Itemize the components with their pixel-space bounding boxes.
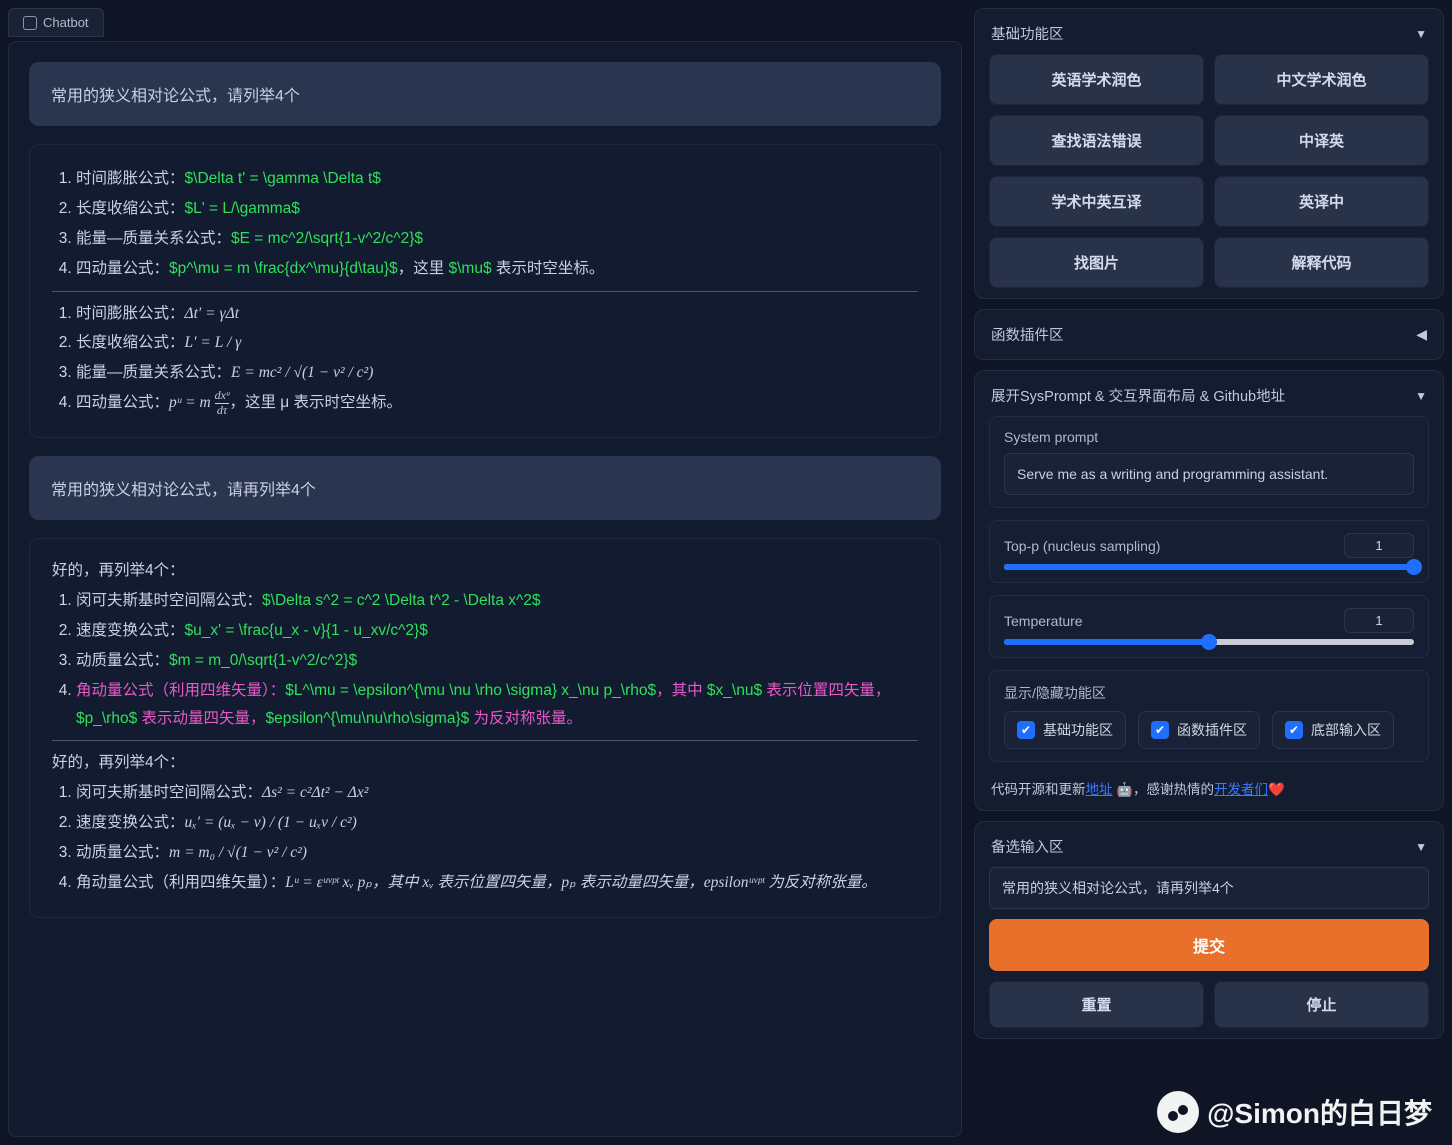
fn-button[interactable]: 查找语法错误: [989, 115, 1204, 166]
stop-button[interactable]: 停止: [1214, 981, 1429, 1028]
fn-button[interactable]: 学术中英互译: [989, 176, 1204, 227]
checkbox-item[interactable]: ✔基础功能区: [1004, 711, 1126, 749]
checkmark-icon: ✔: [1151, 721, 1169, 739]
chat-icon: [23, 16, 37, 30]
list-item: 角动量公式（利用四维矢量）：Lᵘ = εᵘᵛᵖᵗ xᵥ pₚ，其中 xᵥ 表示位…: [76, 869, 918, 897]
tab-chatbot[interactable]: Chatbot: [8, 8, 104, 37]
list-item: 四动量公式：$p^\mu = m \frac{dx^\mu}{d\tau}$，这…: [76, 255, 918, 283]
chevron-down-icon: ▼: [1415, 389, 1427, 403]
alt-input-field[interactable]: [989, 867, 1429, 909]
fn-button[interactable]: 中译英: [1214, 115, 1429, 166]
checkbox-item[interactable]: ✔底部输入区: [1272, 711, 1394, 749]
chat-area: 常用的狭义相对论公式，请列举4个 时间膨胀公式：$\Delta t' = \ga…: [8, 41, 962, 1137]
system-prompt-field: System prompt: [989, 416, 1429, 508]
list-item: 闵可夫斯基时空间隔公式：$\Delta s^2 = c^2 \Delta t^2…: [76, 587, 918, 615]
alt-input-panel: 备选输入区 ▼ 提交 重置 停止: [974, 821, 1444, 1039]
checkbox-item[interactable]: ✔函数插件区: [1138, 711, 1260, 749]
list-item: 动质量公式：m = m₀ / √(1 − v² / c²): [76, 839, 918, 867]
basic-functions-panel: 基础功能区 ▼ 英语学术润色 中文学术润色 查找语法错误 中译英 学术中英互译 …: [974, 8, 1444, 299]
user-message: 常用的狭义相对论公式，请再列举4个: [29, 456, 941, 520]
toggle-section: 显示/隐藏功能区 ✔基础功能区 ✔函数插件区 ✔底部输入区: [989, 670, 1429, 762]
bot-message: 好的，再列举4个： 闵可夫斯基时空间隔公式：$\Delta s^2 = c^2 …: [29, 538, 941, 918]
fn-button[interactable]: 英语学术润色: [989, 54, 1204, 105]
fn-button[interactable]: 解释代码: [1214, 237, 1429, 288]
chevron-down-icon: ▼: [1415, 27, 1427, 41]
panel-header[interactable]: 基础功能区 ▼: [989, 19, 1429, 54]
tab-label: Chatbot: [43, 15, 89, 30]
divider: [52, 291, 918, 292]
list-item: 长度收缩公式：$L' = L/\gamma$: [76, 195, 918, 223]
chevron-left-icon: ◀: [1416, 326, 1427, 343]
panel-header[interactable]: 展开SysPrompt & 交互界面布局 & Github地址 ▼: [989, 381, 1429, 416]
list-item: 速度变换公式：$u_x' = \frac{u_x - v}{1 - u_xv/c…: [76, 617, 918, 645]
system-prompt-input[interactable]: [1004, 453, 1414, 495]
topp-slider[interactable]: [1004, 564, 1414, 570]
panel-header[interactable]: 函数插件区 ◀: [989, 320, 1429, 349]
list-item: 四动量公式：pᵘ = m dxᵘdτ，这里 μ 表示时空坐标。: [76, 389, 918, 417]
devs-link[interactable]: 开发者们: [1214, 782, 1268, 797]
chevron-down-icon: ▼: [1415, 840, 1427, 854]
temperature-slider[interactable]: [1004, 639, 1414, 645]
panel-header[interactable]: 备选输入区 ▼: [989, 832, 1429, 867]
topp-value[interactable]: 1: [1344, 533, 1414, 558]
tab-bar: Chatbot: [8, 8, 962, 41]
user-message: 常用的狭义相对论公式，请列举4个: [29, 62, 941, 126]
list-item: 时间膨胀公式：$\Delta t' = \gamma \Delta t$: [76, 165, 918, 193]
list-item: 能量—质量关系公式：$E = mc^2/\sqrt{1-v^2/c^2}$: [76, 225, 918, 253]
list-item: 能量—质量关系公式：E = mc² / √(1 − v² / c²): [76, 359, 918, 387]
temperature-value[interactable]: 1: [1344, 608, 1414, 633]
fn-button[interactable]: 中文学术润色: [1214, 54, 1429, 105]
sysprompt-panel: 展开SysPrompt & 交互界面布局 & Github地址 ▼ System…: [974, 370, 1444, 811]
temperature-slider-group: Temperature 1: [989, 595, 1429, 658]
topp-slider-group: Top-p (nucleus sampling) 1: [989, 520, 1429, 583]
reset-button[interactable]: 重置: [989, 981, 1204, 1028]
fn-button[interactable]: 找图片: [989, 237, 1204, 288]
list-item: 角动量公式（利用四维矢量）：$L^\mu = \epsilon^{\mu \nu…: [76, 677, 918, 733]
list-item: 闵可夫斯基时空间隔公式：Δs² = c²Δt² − Δx²: [76, 779, 918, 807]
bot-message: 时间膨胀公式：$\Delta t' = \gamma \Delta t$ 长度收…: [29, 144, 941, 438]
submit-button[interactable]: 提交: [989, 919, 1429, 971]
credit-line: 代码开源和更新地址 🤖，感谢热情的开发者们❤️: [989, 774, 1429, 800]
list-item: 时间膨胀公式：Δt′ = γΔt: [76, 300, 918, 328]
divider: [52, 740, 918, 741]
list-item: 长度收缩公式：L′ = L / γ: [76, 329, 918, 357]
checkmark-icon: ✔: [1017, 721, 1035, 739]
list-item: 速度变换公式：uₓ′ = (uₓ − v) / (1 − uₓv / c²): [76, 809, 918, 837]
repo-link[interactable]: 地址: [1086, 782, 1113, 797]
plugin-panel: 函数插件区 ◀: [974, 309, 1444, 360]
checkmark-icon: ✔: [1285, 721, 1303, 739]
list-item: 动质量公式：$m = m_0/\sqrt{1-v^2/c^2}$: [76, 647, 918, 675]
fn-button[interactable]: 英译中: [1214, 176, 1429, 227]
